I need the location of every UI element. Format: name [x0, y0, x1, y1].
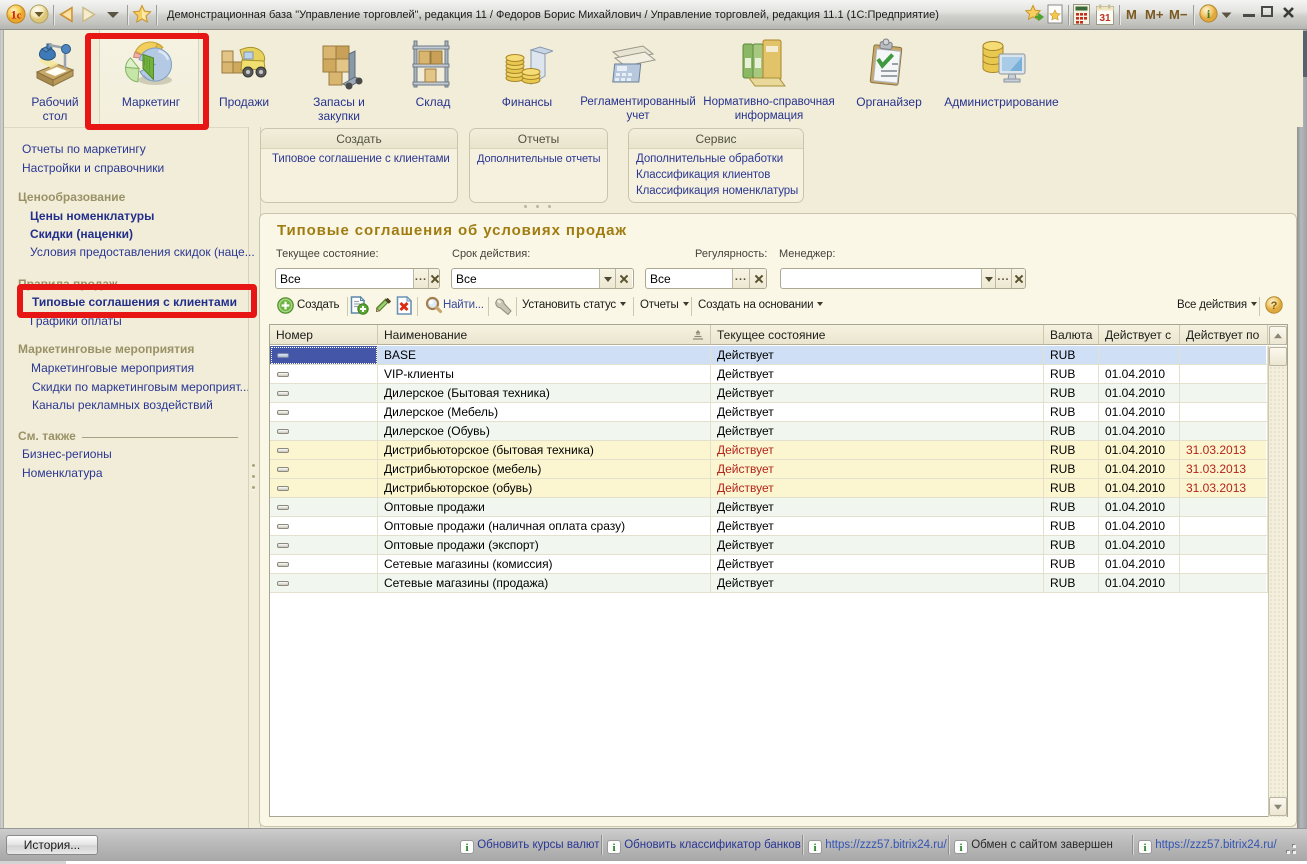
- svg-text:31: 31: [1099, 13, 1111, 24]
- svg-text:?: ?: [1271, 300, 1278, 312]
- svg-text:1с: 1с: [11, 8, 22, 22]
